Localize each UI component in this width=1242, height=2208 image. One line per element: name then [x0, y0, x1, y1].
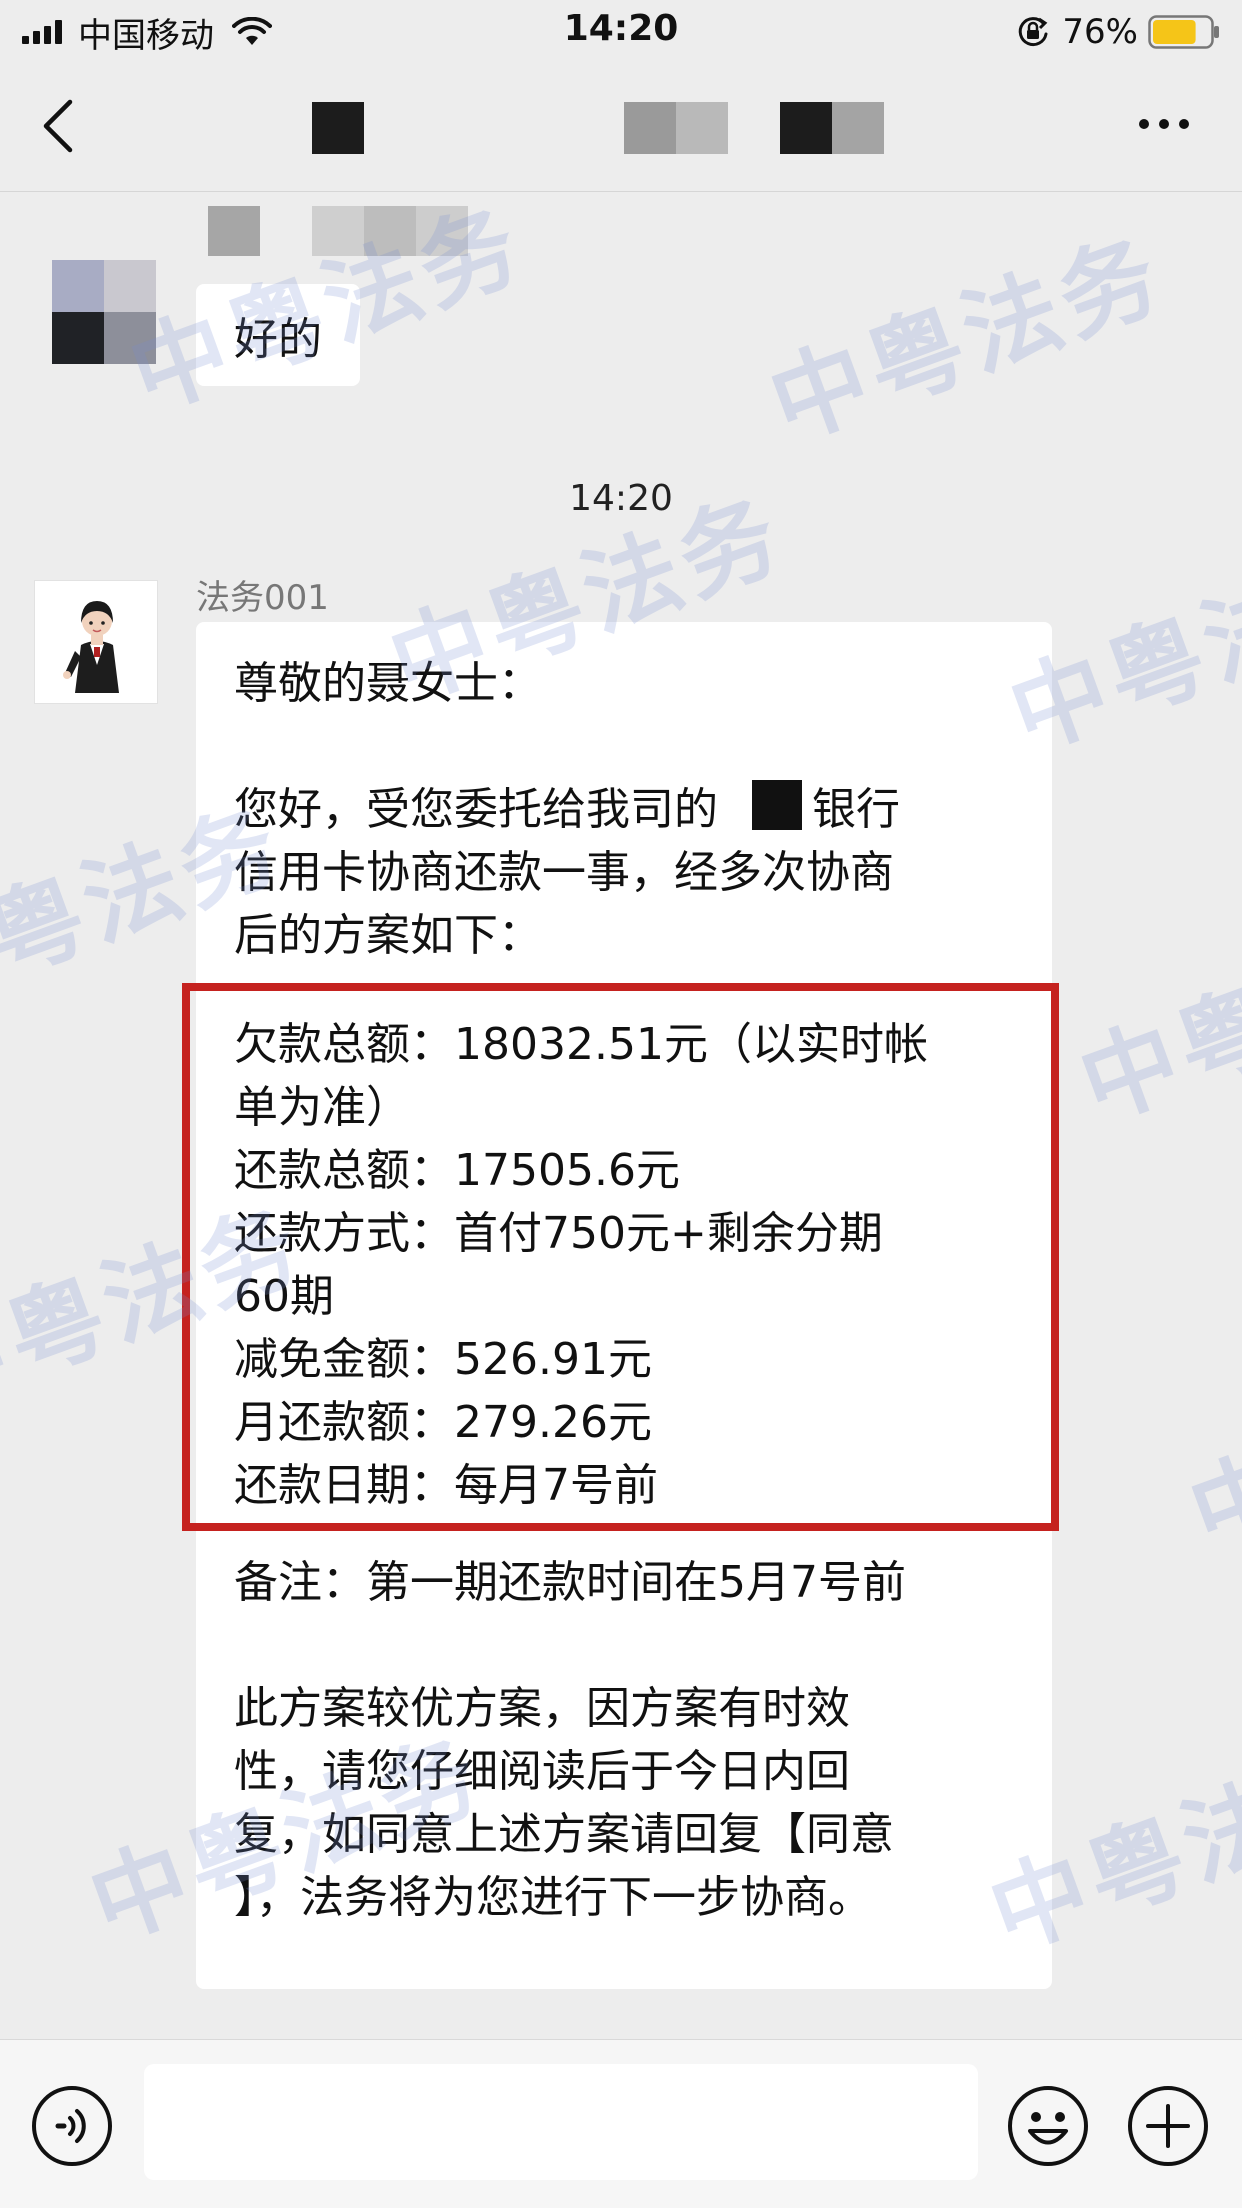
message-bubble-previous[interactable]: 好的: [196, 284, 360, 386]
closing-line: 此方案较优方案，因方案有时效: [234, 1683, 850, 1734]
intro-line: 后的方案如下：: [234, 910, 542, 961]
plan-line: 还款日期：每月7号前: [234, 1460, 658, 1511]
plan-line: 减免金额：526.91元: [234, 1334, 652, 1385]
plan-line: 欠款总额：18032.51元（以实时帐: [234, 1019, 928, 1070]
chat-title-redacted: [624, 102, 728, 154]
message-text: 好的: [234, 314, 322, 365]
battery-percentage: 76%: [1062, 12, 1138, 52]
note-line: 备注：第一期还款时间在5月7号前: [234, 1557, 906, 1608]
time-divider: 14:20: [569, 478, 673, 519]
status-bar: 中国移动 14:20 76%: [0, 0, 1242, 62]
plus-icon[interactable]: [1126, 2084, 1210, 2168]
rotation-lock-icon: [1019, 17, 1048, 47]
status-right: 76%: [1016, 10, 1220, 54]
chat-title-redacted: [780, 102, 884, 154]
closing-line: 复，如同意上述方案请回复【同意: [234, 1809, 894, 1860]
ellipsis-icon[interactable]: [1136, 114, 1192, 134]
watermark: 中粤法务: [1176, 1327, 1242, 1572]
plan-line: 单为准）: [234, 1082, 410, 1133]
greeting-line: 尊敬的聂女士：: [234, 658, 542, 709]
message-input[interactable]: [144, 2064, 978, 2180]
voice-icon[interactable]: [30, 2084, 114, 2168]
message-bubble-plan[interactable]: 尊敬的聂女士： 您好，受您委托给我司的 银行 信用卡协商还款一事，经多次协商 后的…: [182, 622, 1059, 1989]
chevron-left-icon[interactable]: [40, 98, 76, 154]
plan-line: 还款总额：17505.6元: [234, 1145, 680, 1196]
intro-line: 信用卡协商还款一事，经多次协商: [234, 847, 894, 898]
sender-avatar[interactable]: [34, 580, 158, 704]
chat-title-redacted: [312, 102, 364, 154]
plan-line: 月还款额：279.26元: [234, 1397, 652, 1448]
input-bar: [0, 2039, 1242, 2208]
chat-messages[interactable]: 好的 14:20 法务001 尊敬的聂女士： 您好，受您委托给我司的 银行 信用卡…: [0, 192, 1242, 2039]
lawyer-avatar-icon: [63, 601, 119, 693]
sender-name: 法务001: [196, 578, 329, 618]
previous-sender-avatar[interactable]: [52, 260, 156, 364]
emoji-icon[interactable]: [1006, 2084, 1090, 2168]
chat-header: [0, 62, 1242, 192]
plan-line: 60期: [234, 1271, 334, 1322]
watermark: 中粤法务: [756, 217, 1178, 462]
battery-icon: [1148, 15, 1219, 49]
plan-line: 还款方式：首付750元+剩余分期: [234, 1208, 883, 1259]
watermark: 中粤法务: [1066, 897, 1242, 1142]
intro-line: 您好，受您委托给我司的 银行: [234, 778, 1014, 841]
closing-line: 性，请您仔细阅读后于今日内回: [234, 1746, 850, 1797]
previous-sender-name-redacted: [208, 206, 468, 256]
repayment-plan-highlight: 欠款总额：18032.51元（以实时帐 单为准） 还款总额：17505.6元 还…: [182, 983, 1059, 1531]
redacted-bank-name: [752, 780, 802, 830]
closing-line: 】，法务将为您进行下一步协商。: [234, 1872, 872, 1923]
